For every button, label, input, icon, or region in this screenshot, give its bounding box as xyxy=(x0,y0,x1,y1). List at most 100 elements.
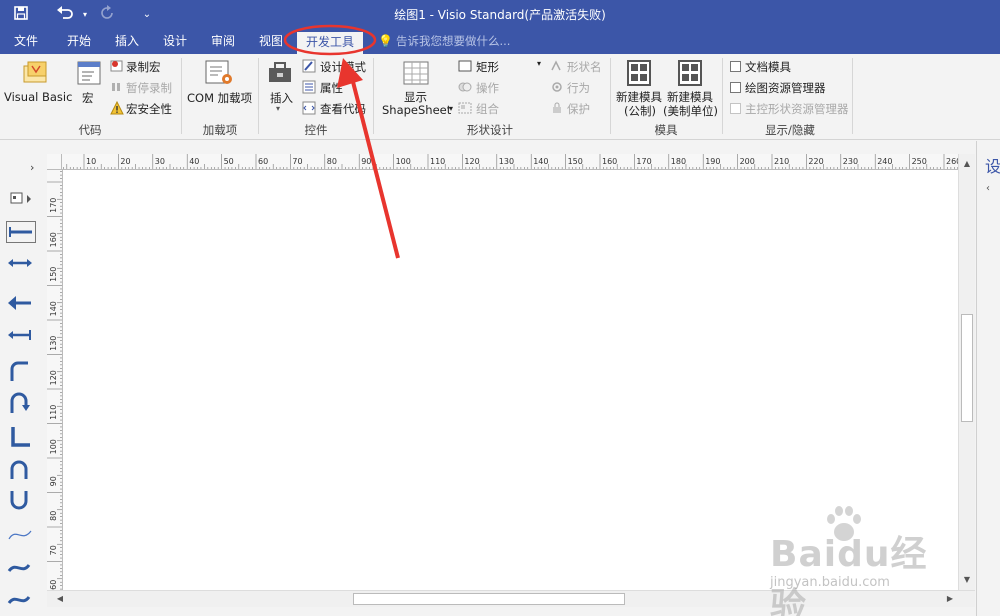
collapse-pane-icon[interactable]: ‹ xyxy=(986,183,990,194)
view-code-button[interactable]: 查看代码 xyxy=(320,101,366,117)
horizontal-ruler[interactable]: 10 20 30 40 50 60 70 80 90 100 110 120 130 140 150 160 1… xyxy=(62,154,974,170)
scroll-left-icon[interactable]: ◀ xyxy=(53,591,67,607)
com-addin-icon xyxy=(204,59,234,90)
divider xyxy=(373,58,374,134)
ruler-label: 50 xyxy=(224,157,234,166)
document-stencil-label: 文档模具 xyxy=(745,60,791,74)
ruler-label: 100 xyxy=(396,157,411,166)
group-label-stencil: 模具 xyxy=(654,123,678,137)
new-stencil-us-icon xyxy=(678,60,702,89)
horizontal-ruler-ticks: 10 20 30 40 50 60 70 80 90 100 110 120 130 140 150 160 1… xyxy=(63,154,972,169)
stencil-menu-icon[interactable] xyxy=(10,191,36,210)
new-stencil-metric-icon xyxy=(627,60,651,89)
ruler-label: 10 xyxy=(86,157,96,166)
macros-button[interactable]: 宏 xyxy=(82,90,94,106)
properties-button[interactable]: 属性 xyxy=(320,80,343,96)
com-addins-button[interactable]: COM 加载项 xyxy=(187,90,252,106)
new-stencil-metric-line2: (公制) xyxy=(624,104,656,118)
ruler-label: 30 xyxy=(155,157,165,166)
protection-button[interactable]: 保护 xyxy=(567,101,590,117)
ruler-label: 190 xyxy=(705,157,720,166)
scroll-down-icon[interactable]: ▼ xyxy=(960,572,974,588)
macro-security-button[interactable]: 宏安全性 xyxy=(126,101,172,117)
tab-design[interactable]: 设计 xyxy=(154,30,196,54)
scroll-right-icon[interactable]: ▶ xyxy=(943,591,957,607)
ruler-label: 120 xyxy=(49,370,58,385)
visual-basic-button[interactable]: Visual Basic xyxy=(4,90,72,104)
group-label-addins: 加载项 xyxy=(202,123,238,137)
ruler-label: 130 xyxy=(499,157,514,166)
vertical-ruler-ticks: 170 160 150 140 130 120 110 100 90 80 70 60 xyxy=(47,171,62,590)
visio-window: ▾ ⌄ 绘图1 - Visio Standard(产品激活失败) 文件 开始 插… xyxy=(0,0,1000,616)
thin-curve-shape[interactable] xyxy=(6,525,36,547)
vertical-ruler[interactable]: 170 160 150 140 130 120 110 100 90 80 70 60 xyxy=(47,170,63,590)
divider xyxy=(258,58,259,134)
expand-panel-icon[interactable]: › xyxy=(30,161,34,174)
left-arrow-shape[interactable] xyxy=(6,293,36,315)
document-stencil-checkbox[interactable] xyxy=(730,61,741,72)
ruler-corner xyxy=(47,154,62,170)
vertical-scroll-thumb[interactable] xyxy=(961,314,973,422)
rectangle-icon xyxy=(458,60,472,75)
tab-insert[interactable]: 插入 xyxy=(106,30,148,54)
rectangle-button[interactable]: 矩形 xyxy=(476,59,499,75)
design-mode-button[interactable]: 设计模式 xyxy=(320,59,366,75)
tab-file[interactable]: 文件 xyxy=(4,30,48,54)
ruler-label: 80 xyxy=(49,511,58,521)
divider xyxy=(610,58,611,134)
behavior-button[interactable]: 行为 xyxy=(567,80,590,96)
ruler-label: 160 xyxy=(602,157,617,166)
dropdown-icon: ▾ xyxy=(276,104,281,113)
ruler-label: 60 xyxy=(49,580,58,590)
tab-view[interactable]: 视图 xyxy=(250,30,292,54)
macros-icon xyxy=(76,60,102,89)
shapesheet-icon xyxy=(402,60,430,89)
ruler-label: 160 xyxy=(49,232,58,247)
ruler-label: 170 xyxy=(49,198,58,213)
arrow-shape-left-right-selected[interactable] xyxy=(6,221,36,243)
horizontal-scrollbar[interactable]: ◀ ▶ xyxy=(47,590,975,607)
bar-arrow-shape[interactable] xyxy=(6,325,36,347)
warning-icon xyxy=(110,100,124,118)
arch-connector-shape[interactable] xyxy=(6,457,36,479)
window-title: 绘图1 - Visio Standard(产品激活失败) xyxy=(394,8,606,22)
curved-connector-shape[interactable] xyxy=(6,359,36,381)
ruler-label: 200 xyxy=(740,157,755,166)
shape-name-button[interactable]: 形状名 xyxy=(567,59,602,75)
wave-arrow-shape[interactable] xyxy=(6,557,36,579)
drawing-explorer-checkbox[interactable] xyxy=(730,82,741,93)
record-macro-button[interactable]: 录制宏 xyxy=(126,59,161,75)
down-u-connector-shape[interactable] xyxy=(6,489,36,511)
show-shapesheet-button[interactable]: ShapeSheet xyxy=(382,103,451,117)
master-explorer-checkbox[interactable] xyxy=(730,103,741,114)
tab-developer[interactable]: 开发工具 xyxy=(297,32,363,54)
dropdown-icon: ▾ xyxy=(537,59,542,68)
ruler-label: 150 xyxy=(568,157,583,166)
ruler-label: 140 xyxy=(49,301,58,316)
scroll-up-icon[interactable]: ▲ xyxy=(960,156,974,172)
insert-control-button[interactable]: 插入 xyxy=(270,90,293,106)
tab-home[interactable]: 开始 xyxy=(58,30,100,54)
divider xyxy=(722,58,723,134)
double-arrow-shape[interactable] xyxy=(6,253,36,275)
ruler-label: 180 xyxy=(671,157,686,166)
drawing-canvas[interactable] xyxy=(63,170,958,590)
ruler-label: 240 xyxy=(877,157,892,166)
u-connector-shape[interactable] xyxy=(6,391,36,413)
ruler-label: 110 xyxy=(49,405,58,420)
behavior-icon xyxy=(550,81,564,96)
dropdown-icon: ▾ xyxy=(449,104,454,113)
horizontal-scroll-thumb[interactable] xyxy=(353,593,625,605)
operations-button[interactable]: 操作 xyxy=(476,80,499,96)
l-connector-shape[interactable] xyxy=(6,425,36,447)
vertical-scrollbar[interactable]: ▲ ▼ xyxy=(958,154,975,590)
tell-me-search[interactable]: 💡 告诉我您想要做什么... xyxy=(378,30,510,54)
group-button[interactable]: 组合 xyxy=(476,101,499,117)
ruler-label: 170 xyxy=(636,157,651,166)
pause-recording-button[interactable]: 暂停录制 xyxy=(126,80,172,96)
title-bar: ▾ ⌄ 绘图1 - Visio Standard(产品激活失败) xyxy=(0,0,1000,30)
ruler-label: 90 xyxy=(49,476,58,486)
tab-review[interactable]: 审阅 xyxy=(202,30,244,54)
ruler-label: 220 xyxy=(808,157,823,166)
ruler-label: 90 xyxy=(361,157,371,166)
